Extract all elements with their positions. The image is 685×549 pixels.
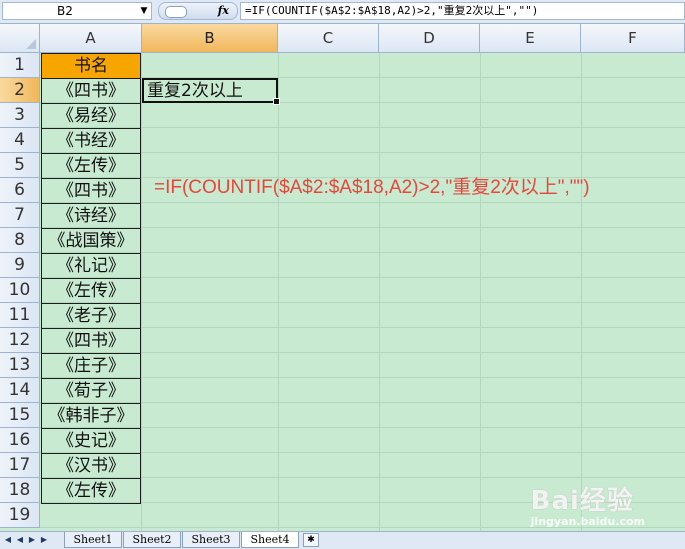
row-header-17[interactable]: 17 [0,453,40,478]
row-header-10[interactable]: 10 [0,278,40,303]
cell-a2[interactable]: 《四书》 [41,78,141,104]
insert-sheet-icon[interactable]: ✱ [303,533,319,547]
row-header-12[interactable]: 12 [0,328,40,353]
cell-a9[interactable]: 《礼记》 [41,253,141,279]
column-header-a[interactable]: A [40,24,142,52]
cell-a10[interactable]: 《左传》 [41,278,141,304]
baidu-watermark: Bai经验 jingyan.baidu.com [531,480,645,528]
row-header-14[interactable]: 14 [0,378,40,403]
column-header-c[interactable]: C [278,24,379,52]
cell-a13[interactable]: 《庄子》 [41,353,141,379]
gridline [379,53,380,531]
gridline [141,53,142,531]
cell-a17[interactable]: 《汉书》 [41,453,141,479]
watermark-brand: Bai经验 [530,486,634,516]
formula-bar: B2 ▼ fx =IF(COUNTIF($A$2:$A$18,A2)>2,"重复… [0,0,685,24]
function-controls: fx [158,2,238,20]
name-box[interactable]: B2 ▼ [2,2,152,20]
gridline [581,53,582,531]
cell-a11[interactable]: 《老子》 [41,303,141,329]
row-header-11[interactable]: 11 [0,303,40,328]
cell-a15[interactable]: 《韩非子》 [41,403,141,429]
cell-a5[interactable]: 《左传》 [41,153,141,179]
column-header-b[interactable]: B [142,24,278,52]
tab-sheet1[interactable]: Sheet1 [64,532,122,548]
select-all-button[interactable] [0,24,40,52]
tab-sheet2[interactable]: Sheet2 [123,532,181,548]
column-header-f[interactable]: F [581,24,685,52]
sheet-tab-bar: ◀ ◀ ▶ ▶ Sheet1 Sheet2 Sheet3 Sheet4 ✱ [0,531,685,549]
cell-a12[interactable]: 《四书》 [41,328,141,354]
column-header-d[interactable]: D [379,24,480,52]
cell-a8[interactable]: 《战国策》 [41,228,141,254]
formula-bar-resize-handle[interactable] [165,6,187,18]
row-header-13[interactable]: 13 [0,353,40,378]
tab-sheet3[interactable]: Sheet3 [182,532,240,548]
row-header-3[interactable]: 3 [0,103,40,128]
cell-a3[interactable]: 《易经》 [41,103,141,129]
watermark-url: jingyan.baidu.com [530,515,645,528]
prev-sheet-icon[interactable]: ◀ [15,534,25,546]
row-header-6[interactable]: 6 [0,178,40,203]
chevron-down-icon[interactable]: ▼ [137,3,151,19]
column-header-bar: A B C D E F [0,24,685,53]
row-header-4[interactable]: 4 [0,128,40,153]
row-header-9[interactable]: 9 [0,253,40,278]
tab-sheet4[interactable]: Sheet4 [241,532,299,548]
last-sheet-icon[interactable]: ▶ [39,534,49,546]
row-header-1[interactable]: 1 [0,53,40,78]
gridline [278,53,279,531]
cell-a4[interactable]: 《书经》 [41,128,141,154]
cell-a16[interactable]: 《史记》 [41,428,141,454]
row-header-8[interactable]: 8 [0,228,40,253]
row-header-15[interactable]: 15 [0,403,40,428]
row-header-7[interactable]: 7 [0,203,40,228]
row-header-5[interactable]: 5 [0,153,40,178]
row-header-16[interactable]: 16 [0,428,40,453]
cell-a1-header[interactable]: 书名 [41,53,141,79]
cell-a18[interactable]: 《左传》 [41,478,141,504]
row-header-18[interactable]: 18 [0,478,40,503]
name-box-value: B2 [57,4,73,18]
cell-a7[interactable]: 《诗经》 [41,203,141,229]
gridline [480,53,481,531]
cell-b2[interactable]: 重复2次以上 [142,78,280,105]
formula-annotation: =IF(COUNTIF($A$2:$A$18,A2)>2,"重复2次以上",""… [154,177,590,198]
first-sheet-icon[interactable]: ◀ [3,534,13,546]
row-header-2[interactable]: 2 [0,78,40,103]
column-header-e[interactable]: E [480,24,581,52]
formula-input[interactable]: =IF(COUNTIF($A$2:$A$18,A2)>2,"重复2次以上",""… [240,2,685,20]
insert-function-icon[interactable]: fx [218,3,229,19]
row-header-19[interactable]: 19 [0,503,40,528]
cell-a6[interactable]: 《四书》 [41,178,141,204]
next-sheet-icon[interactable]: ▶ [27,534,37,546]
cell-a14[interactable]: 《荀子》 [41,378,141,404]
